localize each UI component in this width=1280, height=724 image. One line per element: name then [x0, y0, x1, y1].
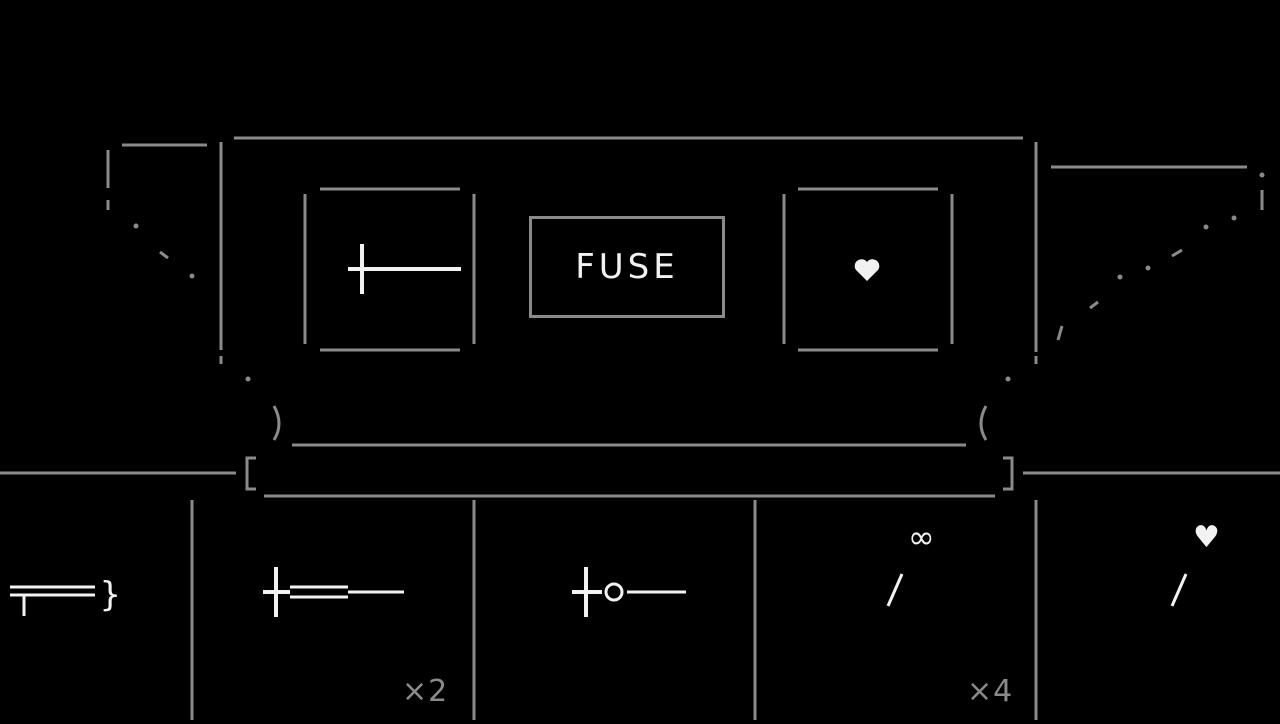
- anvil-left-horn-dot: [133, 223, 139, 229]
- anvil-waist-dot: [1005, 376, 1011, 382]
- anvil-right-horn-dot: [1231, 215, 1237, 221]
- anvil-left-horn-dash: [159, 250, 169, 260]
- anvil-waist-dot: [245, 376, 251, 382]
- inventory-slot-4[interactable]: ∞ ×4: [757, 500, 1034, 720]
- right-fuse-slot[interactable]: [782, 188, 952, 352]
- infinity-badge: ∞: [908, 518, 936, 556]
- anvil-right-horn-dash: [1089, 300, 1099, 310]
- inventory-slot-2[interactable]: ×2: [194, 500, 472, 720]
- anvil-waist-left-curve: [272, 405, 281, 441]
- inventory-slot-1[interactable]: [0, 500, 190, 720]
- anvil-base-left-bracket: [245, 456, 256, 491]
- anvil-waist-right-curve: [979, 405, 988, 441]
- anvil-right-horn-dot: [1203, 224, 1209, 230]
- anvil-base-right-bracket: [1003, 456, 1014, 491]
- inventory-slot-5[interactable]: ♥: [1038, 500, 1280, 720]
- item-count: ×4: [967, 674, 1014, 709]
- anvil-right-horn-dot: [1259, 172, 1265, 178]
- anvil-right-horn-dot: [1117, 274, 1123, 280]
- anvil-right-horn-dot: [1145, 265, 1151, 271]
- left-fuse-slot[interactable]: [303, 188, 473, 352]
- anvil-left-horn-dot: [189, 273, 195, 279]
- heart-badge: ♥: [1193, 520, 1221, 555]
- anvil-right-horn-dash: [1171, 248, 1183, 258]
- item-count: ×2: [402, 674, 449, 709]
- anvil-right-horn-dash: [1056, 325, 1064, 341]
- inventory-slot-3[interactable]: [476, 500, 753, 720]
- fuse-button[interactable]: FUSE: [529, 216, 725, 318]
- forge-screen: } FUSE ×2 ∞ ×4 ♥: [0, 0, 1280, 720]
